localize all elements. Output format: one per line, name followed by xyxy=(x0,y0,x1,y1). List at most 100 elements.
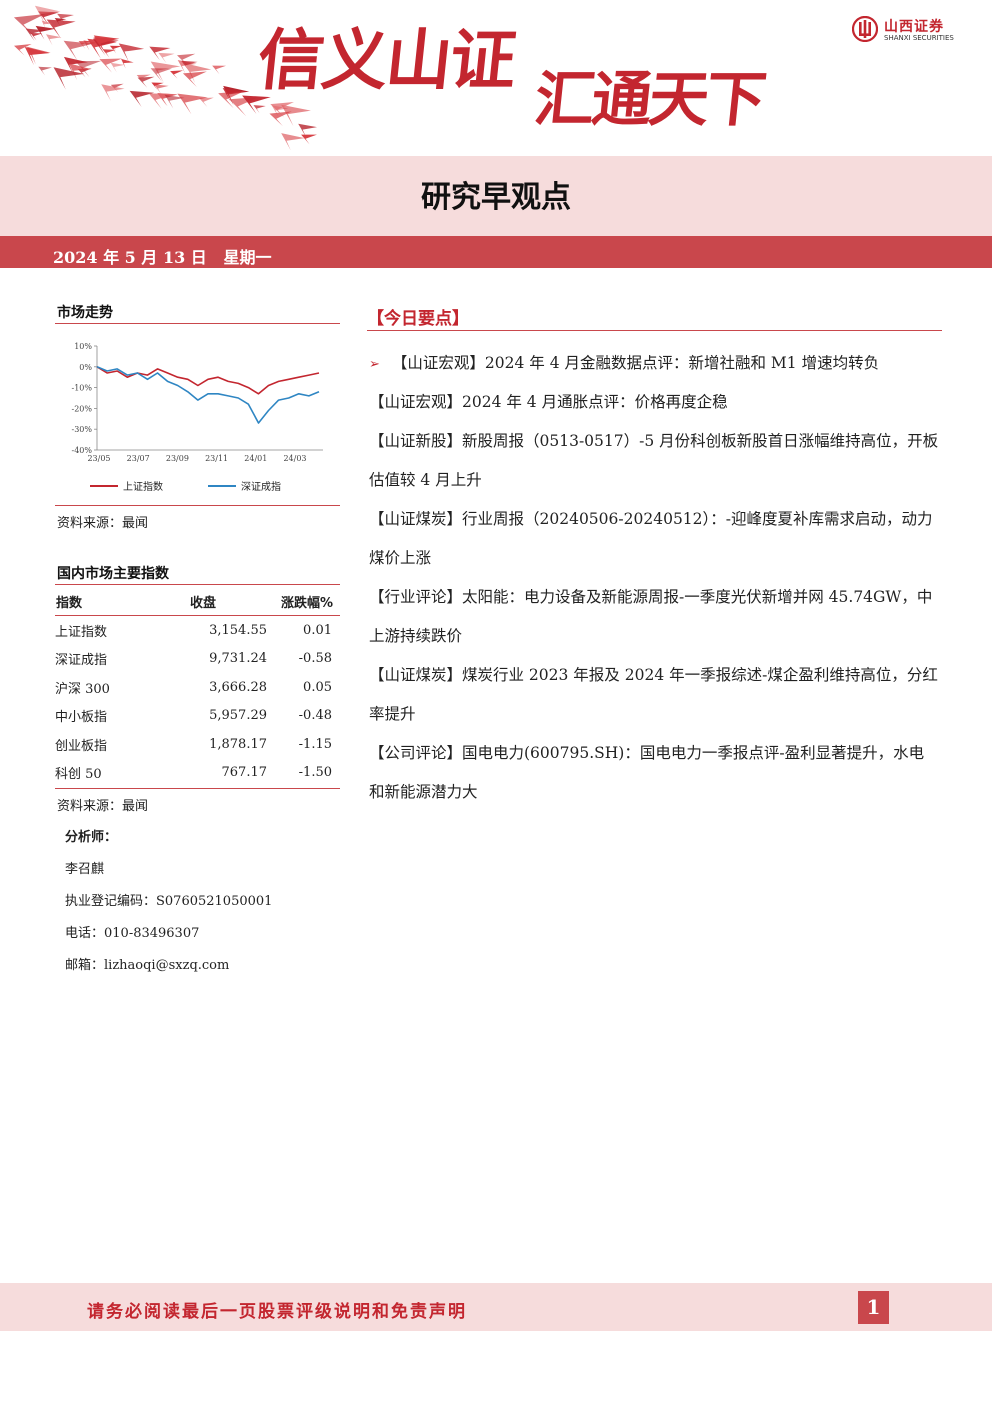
index-name: 科创 50 xyxy=(55,767,102,783)
table-row: 深证成指 9,731.24 -0.58 xyxy=(55,645,340,674)
market-trend-title: 市场走势 xyxy=(57,305,113,321)
index-change: 0.05 xyxy=(303,679,332,695)
index-close: 9,731.24 xyxy=(209,651,267,667)
y-tick-label: 10% xyxy=(74,342,92,351)
section-divider xyxy=(55,323,340,324)
index-name: 深证成指 xyxy=(55,653,108,669)
x-tick-label: 24/01 xyxy=(244,454,267,463)
highlight-text: 【山证煤炭】行业周报（20240506-20240512）：-迎峰度夏补库需求启… xyxy=(369,510,933,567)
chart-source: 资料来源：最闻 xyxy=(57,516,149,531)
brand-logo: 山西证券 SHANXI SECURITIES xyxy=(852,16,972,46)
table-row: 中小板指 5,957.29 -0.48 xyxy=(55,702,340,731)
index-name: 中小板指 xyxy=(55,710,108,726)
arrow-shape xyxy=(45,34,62,46)
section-divider xyxy=(55,584,340,585)
brand-name-en: SHANXI SECURITIES xyxy=(884,34,954,42)
x-tick-label: 23/05 xyxy=(87,454,110,463)
highlight-item[interactable]: 【山证宏观】2024 年 4 月通胀点评：价格再度企稳 xyxy=(369,383,939,422)
today-highlights-title: 【今日要点】 xyxy=(367,309,469,329)
highlight-item[interactable]: 【公司评论】国电电力(600795.SH)：国电电力一季报点评-盈利显著提升，水… xyxy=(369,734,939,812)
section-divider xyxy=(55,788,340,789)
index-change: -0.48 xyxy=(298,708,332,724)
index-close: 3,154.55 xyxy=(209,622,267,638)
table-row: 沪深 300 3,666.28 0.05 xyxy=(55,673,340,702)
series-line-1 xyxy=(96,366,320,395)
series-line-2 xyxy=(96,366,320,424)
analyst-label: 分析师： xyxy=(65,830,118,845)
highlight-item[interactable]: 【行业评论】太阳能：电力设备及新能源周报-一季度光伏新增并网 45.74GW，中… xyxy=(369,578,939,656)
logo-icon xyxy=(852,16,878,42)
highlight-item[interactable]: 【山证新股】新股周报（0513-0517）-5 月份科创板新股首日涨幅维持高位，… xyxy=(369,422,939,500)
index-close: 767.17 xyxy=(221,765,268,781)
arrow-shape xyxy=(129,90,155,108)
arrow-shape xyxy=(253,105,266,114)
index-name: 创业板指 xyxy=(55,738,108,754)
index-change: -0.58 xyxy=(298,651,332,667)
analyst-email: 邮箱：lizhaoqi@sxzq.com xyxy=(65,958,230,973)
column-header: 收盘 xyxy=(176,588,275,616)
table-row: 科创 50 767.17 -1.50 xyxy=(55,759,340,788)
highlight-text: 【山证煤炭】煤炭行业 2023 年报及 2024 年一季报综述-煤企盈利维持高位… xyxy=(369,666,938,723)
highlight-item[interactable]: 【山证煤炭】煤炭行业 2023 年报及 2024 年一季报综述-煤企盈利维持高位… xyxy=(369,656,939,734)
highlight-text: 【山证宏观】2024 年 4 月金融数据点评：新增社融和 M1 增速均转负 xyxy=(391,354,880,372)
arrow-shape xyxy=(158,52,175,64)
indices-table: 指数 收盘 涨跌幅% 上证指数 3,154.55 0.01 深证成指 9,731.24 -… xyxy=(55,588,340,787)
page-number: 1 xyxy=(858,1291,889,1324)
index-name: 上证指数 xyxy=(55,624,108,640)
index-name: 沪深 300 xyxy=(55,681,110,697)
table-row: 创业板指 1,878.17 -1.15 xyxy=(55,730,340,759)
section-divider xyxy=(367,330,942,331)
index-close: 3,666.28 xyxy=(209,679,267,695)
indices-title: 国内市场主要指数 xyxy=(57,566,169,582)
index-close: 1,878.17 xyxy=(209,736,267,752)
arrow-shape xyxy=(101,84,125,102)
arrow-shape xyxy=(281,104,311,127)
column-header: 涨跌幅% xyxy=(275,588,340,616)
table-row: 上证指数 3,154.55 0.01 xyxy=(55,616,340,645)
analyst-name: 李召麒 xyxy=(65,862,105,877)
x-tick-label: 23/07 xyxy=(127,454,150,463)
disclaimer-notice[interactable]: 请务必阅读最后一页股票评级说明和免责声明 xyxy=(87,1297,467,1322)
section-divider xyxy=(55,505,340,506)
arrow-bullet-icon: ➢ xyxy=(369,357,380,372)
x-tick-label: 24/03 xyxy=(283,454,306,463)
arrow-shape xyxy=(149,46,171,61)
arrow-shape xyxy=(212,65,227,75)
x-tick-label: 23/09 xyxy=(166,454,189,463)
report-date: 2024 年 5 月 13 日 星期一 xyxy=(53,248,272,267)
highlight-text: 【山证宏观】2024 年 4 月通胀点评：价格再度企稳 xyxy=(369,393,728,411)
index-change: 0.01 xyxy=(303,622,332,638)
column-header: 指数 xyxy=(55,588,176,616)
y-tick-label: -30% xyxy=(72,425,93,434)
highlight-text: 【行业评论】太阳能：电力设备及新能源周报-一季度光伏新增并网 45.74GW，中… xyxy=(369,588,933,645)
analyst-license: 执业登记编码：S0760521050001 xyxy=(65,894,273,909)
index-change: -1.50 xyxy=(298,765,332,781)
index-close: 5,957.29 xyxy=(209,708,267,724)
y-tick-label: 0% xyxy=(79,363,92,372)
highlight-item[interactable]: ➢ 【山证宏观】2024 年 4 月金融数据点评：新增社融和 M1 增速均转负 xyxy=(369,344,939,384)
arrow-shape xyxy=(102,49,116,58)
legend-label: 深证成指 xyxy=(241,480,281,493)
table-header-row: 指数 收盘 涨跌幅% xyxy=(55,588,340,616)
arrow-shape xyxy=(121,58,134,69)
table-source: 资料来源：最闻 xyxy=(57,799,149,814)
highlight-text: 【山证新股】新股周报（0513-0517）-5 月份科创板新股首日涨幅维持高位，… xyxy=(369,432,939,489)
arrow-shape xyxy=(170,70,184,79)
slogan-part2: 汇通天下 xyxy=(531,65,767,135)
slogan-part1: 信义山证 xyxy=(254,22,519,99)
analyst-phone: 电话：010-83496307 xyxy=(65,926,200,941)
highlight-item[interactable]: 【山证煤炭】行业周报（20240506-20240512）：-迎峰度夏补库需求启… xyxy=(369,500,939,578)
arrow-shape xyxy=(38,66,52,76)
highlight-text: 【公司评论】国电电力(600795.SH)：国电电力一季报点评-盈利显著提升，水… xyxy=(369,744,925,801)
market-trend-chart: 10%0%-10%-20%-30%-40%23/05 23/07 23/09 23/1… xyxy=(72,342,323,493)
y-tick-label: -20% xyxy=(72,404,93,413)
page-title: 研究早观点 xyxy=(421,180,571,215)
brand-name-cn: 山西证券 xyxy=(884,19,944,35)
legend-label: 上证指数 xyxy=(123,480,163,493)
x-tick-label: 23/11 xyxy=(205,454,228,463)
y-tick-label: -10% xyxy=(72,384,93,393)
arrow-shape xyxy=(301,134,317,145)
arrow-shape xyxy=(110,62,125,73)
index-change: -1.15 xyxy=(298,736,332,752)
arrow-shape xyxy=(281,133,305,151)
